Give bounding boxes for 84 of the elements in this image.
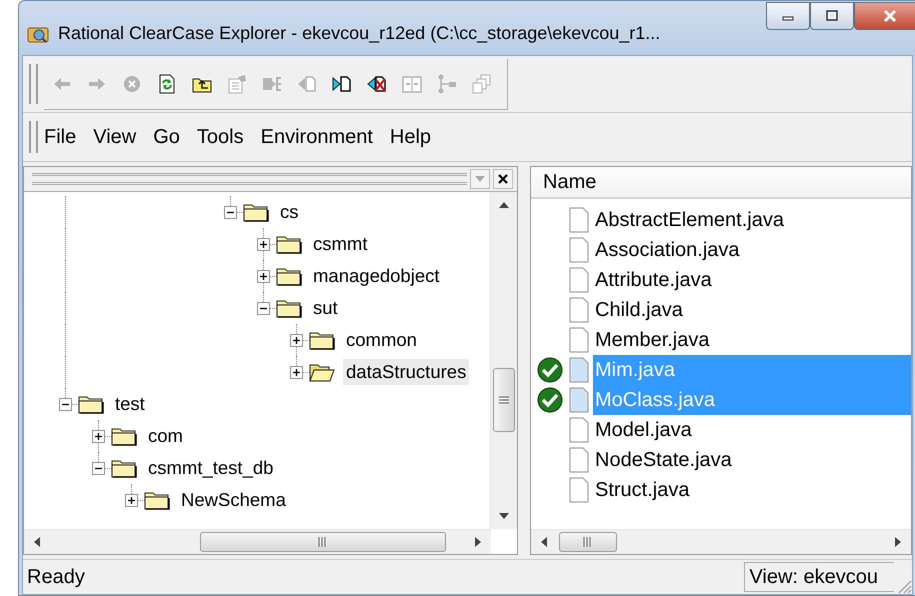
stacked-pages-icon bbox=[470, 72, 492, 94]
tree-item[interactable]: sut bbox=[310, 295, 341, 321]
plus-icon bbox=[259, 240, 268, 248]
resize-grip-icon[interactable] bbox=[896, 578, 912, 594]
triangle-up-icon bbox=[499, 202, 509, 208]
tree-item[interactable]: cs bbox=[277, 199, 302, 225]
tree-item[interactable]: common bbox=[343, 327, 420, 353]
expand-button[interactable] bbox=[257, 270, 270, 282]
column-header[interactable]: Name bbox=[531, 167, 911, 197]
document-icon bbox=[569, 297, 589, 323]
triangle-right-icon bbox=[895, 537, 901, 547]
menubar-grip[interactable] bbox=[29, 121, 38, 153]
menu-item[interactable]: Help bbox=[390, 126, 432, 148]
tree-item[interactable]: dataStructures bbox=[343, 359, 470, 385]
expand-button[interactable] bbox=[290, 334, 303, 346]
horizontal-scrollbar[interactable] bbox=[24, 529, 491, 554]
scroll-thumb[interactable] bbox=[493, 368, 515, 432]
close-icon bbox=[498, 174, 508, 184]
close-button[interactable] bbox=[854, 2, 915, 30]
window-title: Rational ClearCase Explorer - ekevcou_r12ed (C:\cc_storage\ekevcou_r1... bbox=[58, 23, 660, 44]
grip-icon bbox=[318, 537, 328, 547]
file-name[interactable]: Member.java bbox=[593, 325, 911, 355]
menu-item[interactable]: View bbox=[93, 126, 136, 148]
pane-close-button[interactable] bbox=[493, 169, 513, 189]
tree-item[interactable]: csmmt bbox=[310, 231, 370, 257]
scroll-thumb[interactable] bbox=[559, 532, 617, 552]
file-name[interactable]: Association.java bbox=[593, 235, 911, 265]
grip-icon bbox=[499, 396, 509, 404]
expand-button[interactable] bbox=[125, 494, 138, 506]
triangle-left-icon bbox=[541, 537, 547, 547]
file-name[interactable]: Struct.java bbox=[593, 475, 911, 505]
menu-item[interactable]: File bbox=[44, 126, 76, 148]
menu-item[interactable]: Environment bbox=[260, 126, 373, 148]
horizontal-scrollbar[interactable] bbox=[531, 529, 911, 554]
close-icon bbox=[882, 9, 898, 23]
file-name[interactable]: Child.java bbox=[593, 295, 911, 325]
menu-item[interactable]: Go bbox=[153, 126, 180, 148]
document-icon bbox=[569, 447, 589, 473]
file-name[interactable]: Attribute.java bbox=[593, 265, 911, 295]
menu-item[interactable]: Tools bbox=[196, 126, 244, 148]
grip-icon bbox=[583, 537, 593, 547]
plus-icon bbox=[292, 368, 301, 376]
document-icon bbox=[569, 267, 589, 293]
plus-icon bbox=[94, 432, 103, 440]
collapse-button[interactable] bbox=[59, 398, 72, 410]
expand-button[interactable] bbox=[290, 366, 303, 378]
triangle-left-icon bbox=[34, 537, 40, 547]
document-icon bbox=[569, 417, 589, 443]
file-name[interactable]: NodeState.java bbox=[593, 445, 911, 475]
scroll-thumb[interactable] bbox=[200, 532, 446, 552]
plus-icon bbox=[259, 272, 268, 280]
collapse-button[interactable] bbox=[92, 462, 105, 474]
caret-down-icon bbox=[475, 176, 485, 182]
triangle-down-icon bbox=[499, 513, 509, 519]
version-tree-icon bbox=[436, 72, 458, 94]
document-icon bbox=[569, 477, 589, 503]
tree-item[interactable]: NewSchema bbox=[178, 487, 289, 513]
file-name[interactable]: AbstractElement.java bbox=[593, 205, 911, 235]
expand-button[interactable] bbox=[92, 430, 105, 442]
maximize-button[interactable] bbox=[810, 2, 854, 30]
minimize-button[interactable] bbox=[766, 2, 810, 30]
collapse-button[interactable] bbox=[224, 206, 237, 218]
file-name[interactable]: Model.java bbox=[593, 415, 911, 445]
triangle-right-icon bbox=[475, 537, 481, 547]
collapse-button[interactable] bbox=[257, 302, 270, 314]
status-text: View: ekevcou bbox=[744, 562, 894, 592]
maximize-icon bbox=[825, 10, 839, 22]
document-icon bbox=[569, 387, 589, 413]
tree-item[interactable]: com bbox=[145, 423, 186, 449]
plus-icon bbox=[127, 496, 136, 504]
document-icon bbox=[569, 237, 589, 263]
status-text: Ready bbox=[26, 564, 86, 590]
vertical-scrollbar[interactable] bbox=[490, 192, 517, 529]
toolbar-grip[interactable] bbox=[29, 64, 38, 104]
pane-grip[interactable] bbox=[32, 173, 467, 185]
plus-icon bbox=[292, 336, 301, 344]
tree-item[interactable]: csmmt_test_db bbox=[145, 455, 276, 481]
document-icon bbox=[569, 327, 589, 353]
document-icon bbox=[569, 207, 589, 233]
tree-item[interactable]: test bbox=[112, 391, 148, 417]
document-icon bbox=[569, 357, 589, 383]
properties-icon bbox=[226, 72, 248, 94]
tree-item[interactable]: managedobject bbox=[310, 263, 443, 289]
expand-button[interactable] bbox=[257, 238, 270, 250]
